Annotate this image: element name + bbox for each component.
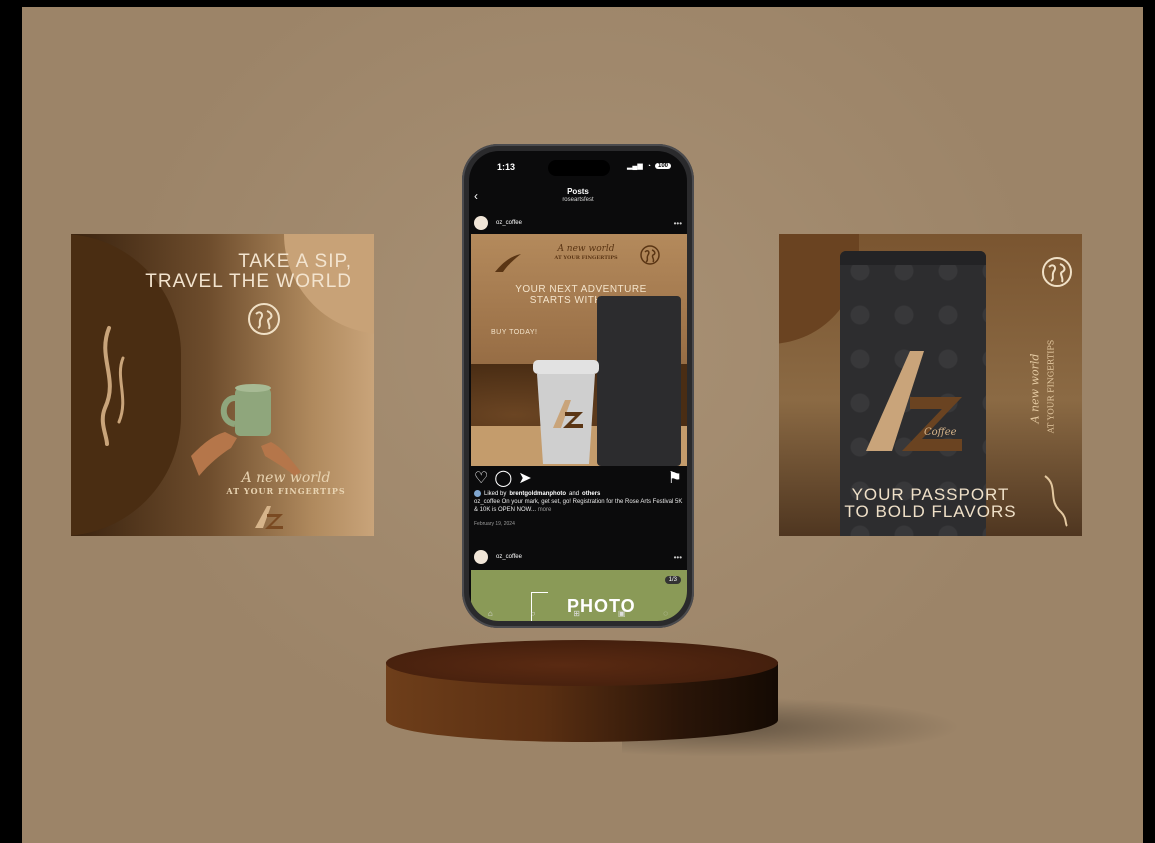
profile-icon[interactable]: ◌ [663,609,668,618]
shop-icon[interactable]: ▣ [618,609,626,618]
coffee-bag-brand: Coffee [924,427,957,438]
post-image-script: A new world [557,244,615,254]
liked-others[interactable]: others [582,491,600,497]
signal-icon: ▂▄▆ [627,163,643,170]
coffee-cup-illustration [533,360,599,464]
search-icon[interactable]: ○ [531,609,536,618]
post2-header: oz_coffee ••• [474,548,682,566]
coffee-bag [597,296,681,466]
likes-line: Liked by brentgoldmanphoto and others [474,490,684,497]
right-poster: Coffee A new world AT YOUR FINGERTIPS YO… [779,234,1082,536]
phone-mockup: 1:13 ▂▄▆ ◔ 100 ‹ Posts roseartsfest oz_c… [462,144,694,628]
dynamic-island [548,160,610,176]
liked-and: and [569,490,580,497]
post-header: oz_coffee ••• [474,214,682,232]
caption-username[interactable]: oz_coffee [474,499,500,505]
right-poster-title-line1: YOUR PASSPORT [851,485,1010,504]
post-username[interactable]: oz_coffee [496,220,674,226]
caption-more-link[interactable]: more [538,507,552,513]
left-poster: TAKE A SIP, TRAVEL THE WORLD A new world… [71,234,374,536]
az-logo-icon [866,351,962,451]
post2-username[interactable]: oz_coffee [496,554,674,560]
post-image-cta: BUY TODAY! [491,329,538,336]
az-logo-icon [255,506,283,529]
left-poster-tagline: AT YOUR FINGERTIPS [226,486,346,496]
more-options-icon[interactable]: ••• [674,553,682,562]
avatar[interactable] [474,550,488,564]
phone-screen: 1:13 ▂▄▆ ◔ 100 ‹ Posts roseartsfest oz_c… [469,151,687,621]
avatar[interactable] [474,216,488,230]
wifi-icon: ◔ [646,162,651,170]
post-date: February 19, 2024 [474,521,515,527]
home-icon[interactable]: ⌂ [488,609,493,618]
scene-backdrop: TAKE A SIP, TRAVEL THE WORLD A new world… [22,7,1143,843]
add-post-icon[interactable]: ⊞ [573,609,580,618]
status-time: 1:13 [497,162,516,172]
left-poster-script: A new world [241,470,331,486]
pedestal-top [386,640,778,686]
leaf-icon [495,254,521,272]
status-icons: ▂▄▆ ◔ 100 [627,162,671,170]
globe-icon [248,303,280,335]
steam-icon [100,326,125,446]
liked-prefix: Liked by [484,490,507,497]
right-poster-title-line2: TO BOLD FLAVORS [844,502,1017,521]
liked-user[interactable]: brentgoldmanphoto [509,491,566,497]
right-poster-side-tagline: AT YOUR FINGERTIPS [1046,339,1056,434]
comment-icon[interactable]: ◯ [494,468,512,488]
left-poster-title: TAKE A SIP, TRAVEL THE WORLD [112,252,352,292]
post-caption: oz_coffee On your mark, get set, go! Reg… [474,499,684,514]
right-poster-title: YOUR PASSPORT TO BOLD FLAVORS [799,486,1062,520]
post-image[interactable]: A new world AT YOUR FINGERTIPS YOUR NEXT… [471,234,687,466]
share-icon[interactable]: ➤ [518,468,531,488]
page-subtitle: roseartsfest [562,197,594,203]
bookmark-icon[interactable]: ⚑ [668,468,682,488]
right-poster-side-script: A new world [1028,353,1042,424]
battery-icon: 100 [654,163,671,169]
post-actions: ♡ ◯ ➤ ⚑ [474,468,682,488]
post-image-tagline: AT YOUR FINGERTIPS [554,255,618,261]
page-title: Posts [567,187,589,196]
liker-avatar [474,490,481,497]
left-poster-title-line1: TAKE A SIP, [238,251,352,272]
coffee-bag-seal [840,251,986,265]
coffee-mug-illustration [191,384,301,476]
more-options-icon[interactable]: ••• [674,219,682,228]
heart-icon[interactable]: ♡ [474,468,488,488]
bottom-tab-bar: ⌂ ○ ⊞ ▣ ◌ [469,606,687,621]
carousel-counter: 1/3 [664,576,681,584]
left-poster-title-line2: TRAVEL THE WORLD [145,271,352,292]
caption-text: On your mark, get set, go! Registration … [474,499,683,513]
globe-icon [1042,257,1072,287]
globe-icon [640,245,660,265]
post-image-headline-line1: YOUR NEXT ADVENTURE [515,284,647,295]
